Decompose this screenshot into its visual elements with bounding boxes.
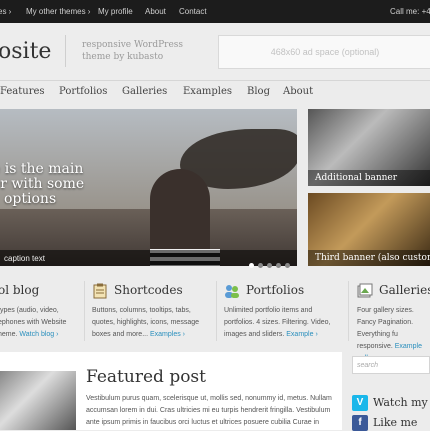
feature-divider bbox=[216, 281, 217, 341]
slider-headline-line: options bbox=[4, 191, 57, 207]
featured-post-title[interactable]: Featured post bbox=[86, 367, 206, 387]
banner-eye[interactable]: Third banner (also custom bbox=[308, 193, 430, 266]
slider-dot[interactable] bbox=[285, 263, 290, 268]
site-logo[interactable]: osite bbox=[0, 39, 51, 64]
feature-link[interactable]: Examples › bbox=[150, 331, 185, 338]
feature-title: ol blog bbox=[0, 283, 40, 297]
site-tagline: responsive WordPress theme by kubasto bbox=[82, 40, 184, 62]
feature-portfolios: Portfolios Unlimited portfolio items and… bbox=[224, 275, 342, 347]
nav-item-label: Features bbox=[0, 86, 45, 97]
slider-dot[interactable] bbox=[258, 263, 263, 268]
topbar-link-about[interactable]: About bbox=[145, 7, 166, 16]
feature-title: Portfolios bbox=[246, 283, 305, 297]
clipboard-icon bbox=[93, 283, 107, 299]
feature-galleries: Galleries Four gallery sizes. Fancy Pagi… bbox=[357, 275, 430, 362]
feature-divider bbox=[348, 281, 349, 341]
banner-caption: Third banner (also custom bbox=[308, 250, 430, 266]
chevron-right-icon: › bbox=[183, 86, 187, 95]
slider-headline-line: er with some bbox=[0, 176, 85, 192]
social-link-facebook[interactable]: f Like me bbox=[352, 415, 417, 431]
feature-text: Buttons, columns, tooltips, tabs, quotes… bbox=[92, 305, 210, 341]
slider-dot[interactable] bbox=[267, 263, 272, 268]
featured-post-excerpt: Vestibulum purus quam, scelerisque ut, m… bbox=[86, 395, 332, 426]
feature-text: types (audio, video, ephones with Websit… bbox=[0, 305, 78, 341]
topbar-link-themes-partial[interactable]: es › bbox=[0, 7, 11, 16]
chevron-right-icon: › bbox=[122, 86, 126, 95]
slider-caption: caption text bbox=[4, 254, 45, 263]
ad-space[interactable]: 468x60 ad space (optional) bbox=[218, 35, 430, 69]
banner-camera[interactable]: Additional banner bbox=[308, 109, 430, 186]
chevron-right-icon: › bbox=[59, 86, 63, 95]
slider-headline: e is the main er with some options bbox=[0, 162, 84, 207]
feature-title: Shortcodes bbox=[114, 283, 183, 297]
nav-item-label: About bbox=[283, 86, 314, 97]
topbar-link-profile[interactable]: My profile bbox=[98, 7, 133, 16]
slider-dot[interactable] bbox=[249, 263, 254, 268]
gallery-icon bbox=[357, 283, 373, 298]
slider-pagination bbox=[249, 255, 294, 273]
feature-shortcodes: Shortcodes Buttons, columns, tooltips, t… bbox=[92, 275, 210, 347]
feature-text: Unlimited portfolio items and portfolios… bbox=[224, 305, 342, 341]
facebook-icon: f bbox=[352, 415, 368, 431]
slider-dot[interactable] bbox=[276, 263, 281, 268]
nav-item-label: Galleries bbox=[122, 86, 168, 97]
feature-divider bbox=[84, 281, 85, 341]
search-input[interactable]: search bbox=[352, 356, 430, 374]
nav-item-label: Portfolios bbox=[59, 86, 108, 97]
main-nav: Features › Portfolios › Galleries › Example… bbox=[0, 80, 430, 100]
people-icon bbox=[225, 285, 239, 298]
nav-item-label: Blog bbox=[247, 86, 270, 97]
nav-item-label: Examples bbox=[183, 86, 233, 97]
header-divider bbox=[65, 35, 66, 67]
feature-blog: ol blog types (audio, video, ephones wit… bbox=[0, 275, 80, 347]
vimeo-icon: V bbox=[352, 395, 368, 411]
feature-link[interactable]: Watch blog › bbox=[19, 331, 58, 338]
feature-title: Galleries bbox=[379, 283, 430, 297]
feature-link[interactable]: Example › bbox=[286, 331, 318, 338]
banner-caption: Additional banner bbox=[308, 170, 430, 186]
features-row: ol blog types (audio, video, ephones wit… bbox=[0, 275, 430, 362]
top-bar: es › My other themes › My profile About … bbox=[0, 0, 430, 23]
topbar-link-other-themes[interactable]: My other themes › bbox=[26, 7, 90, 16]
social-label: Watch my v bbox=[373, 396, 430, 409]
social-label: Like me bbox=[373, 416, 418, 429]
featured-post-image[interactable] bbox=[0, 371, 76, 430]
topbar-phone: Call me: +4 bbox=[390, 7, 430, 16]
chevron-right-icon: › bbox=[0, 86, 4, 95]
slider-headline-line: e is the main bbox=[0, 161, 84, 177]
topbar-link-contact[interactable]: Contact bbox=[179, 7, 207, 16]
social-link-vimeo[interactable]: V Watch my v bbox=[352, 395, 430, 411]
